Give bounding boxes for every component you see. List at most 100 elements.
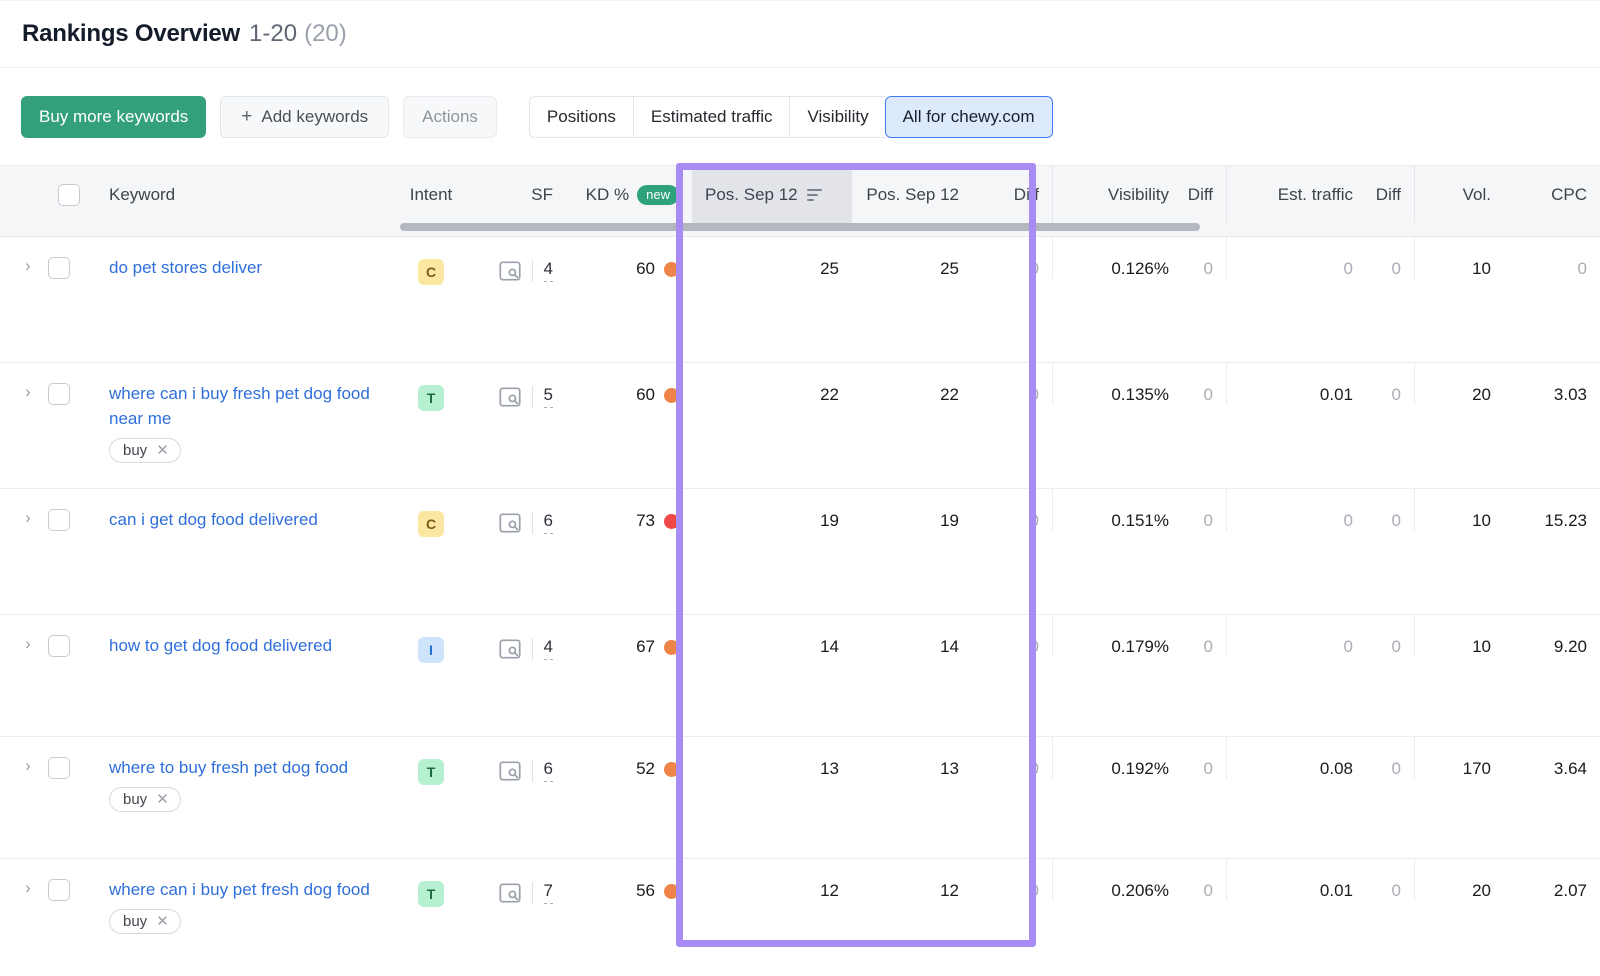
keyword-link[interactable]: where to buy fresh pet dog food [109, 755, 348, 780]
diff-positions-cell: 0 [1029, 259, 1039, 278]
intent-badge[interactable]: I [418, 637, 444, 663]
col-diff-positions[interactable]: Diff [972, 166, 1052, 223]
cpc-cell: 9.20 [1553, 637, 1587, 656]
sf-divider [531, 637, 533, 660]
intent-badge[interactable]: C [418, 511, 444, 537]
row-checkbox[interactable] [48, 879, 70, 901]
row-checkbox[interactable] [48, 509, 70, 531]
volume-cell: 10 [1414, 489, 1504, 531]
tab-visibility-label: Visibility [807, 106, 869, 126]
expand-row-icon[interactable]: › [18, 756, 38, 776]
expand-row-icon[interactable]: › [18, 634, 38, 654]
volume-cell: 170 [1414, 737, 1504, 779]
col-pos-sep-12-primary-label: Pos. Sep 12 [705, 184, 798, 204]
table-row[interactable]: › do pet stores deliver C 4 60 25 25 0 0.126% 0 0 0… [0, 237, 1600, 363]
tab-estimated-traffic-label: Estimated traffic [650, 106, 773, 126]
est-traffic-cell: 0 [1226, 615, 1366, 657]
sf-value[interactable]: 7 [543, 881, 553, 904]
table-row[interactable]: › where can i buy pet fresh dog food buy ✕ T… [0, 859, 1600, 976]
row-checkbox[interactable] [48, 635, 70, 657]
est-traffic-cell: 0.01 [1226, 859, 1366, 901]
keyword-link[interactable]: can i get dog food delivered [109, 507, 318, 532]
close-icon[interactable]: ✕ [156, 914, 169, 929]
sf-value[interactable]: 4 [543, 637, 553, 660]
col-pos-sep-12-secondary[interactable]: Pos. Sep 12 [852, 166, 972, 223]
tab-visibility[interactable]: Visibility [789, 95, 886, 138]
col-intent[interactable]: Intent [396, 166, 466, 223]
expand-row-icon[interactable]: › [18, 256, 38, 276]
sf-divider [531, 881, 533, 904]
col-diff-visibility[interactable]: Diff [1182, 166, 1226, 223]
table-row[interactable]: › where to buy fresh pet dog food buy ✕ T 6 52… [0, 737, 1600, 859]
est-traffic-cell: 0 [1226, 489, 1366, 531]
tab-estimated-traffic[interactable]: Estimated traffic [632, 95, 790, 138]
col-sf[interactable]: SF [466, 166, 566, 223]
col-pos-sep-12-primary[interactable]: Pos. Sep 12 [692, 166, 852, 223]
row-checkbox[interactable] [48, 757, 70, 779]
col-kd[interactable]: KD % new [566, 166, 692, 223]
keyword-link[interactable]: where can i buy fresh pet dog food near … [109, 381, 371, 431]
col-cpc[interactable]: CPC [1504, 166, 1600, 223]
col-volume[interactable]: Vol. [1414, 166, 1504, 223]
intent-badge[interactable]: T [418, 759, 444, 785]
keyword-tag-chip[interactable]: buy ✕ [109, 438, 181, 463]
keyword-tag-label: buy [123, 791, 148, 808]
cpc-cell: 15.23 [1544, 511, 1587, 530]
keyword-link[interactable]: how to get dog food delivered [109, 633, 332, 658]
kd-difficulty-dot [664, 761, 679, 777]
select-all-checkbox[interactable] [58, 183, 80, 206]
expand-row-icon[interactable]: › [18, 878, 38, 898]
visibility-cell: 0.151% [1052, 489, 1182, 531]
row-select-cell: › [0, 363, 96, 405]
col-visibility[interactable]: Visibility [1052, 166, 1182, 223]
sf-value[interactable]: 6 [543, 759, 553, 782]
col-diff-positions-label: Diff [1013, 184, 1039, 204]
row-checkbox[interactable] [48, 383, 70, 405]
table-row[interactable]: › where can i buy fresh pet dog food near… [0, 363, 1600, 489]
cpc-cell: 3.03 [1553, 385, 1587, 404]
row-checkbox[interactable] [48, 257, 70, 279]
keyword-link[interactable]: do pet stores deliver [109, 255, 262, 280]
row-select-cell: › [0, 615, 96, 657]
diff-est-traffic-cell: 0 [1391, 637, 1401, 656]
col-diff-est-traffic[interactable]: Diff [1366, 166, 1414, 223]
keyword-cell: where can i buy pet fresh dog food buy ✕ [96, 859, 396, 934]
col-keyword[interactable]: Keyword [96, 166, 396, 223]
intent-badge[interactable]: T [418, 385, 444, 411]
sf-value[interactable]: 5 [543, 385, 553, 408]
close-icon[interactable]: ✕ [156, 443, 169, 458]
expand-row-icon[interactable]: › [18, 382, 38, 402]
pos-sep-12-primary-cell: 25 [820, 259, 839, 278]
expand-row-icon[interactable]: › [18, 508, 38, 528]
intent-badge[interactable]: T [418, 881, 444, 907]
col-est-traffic[interactable]: Est. traffic [1226, 166, 1366, 223]
actions-button[interactable]: Actions [403, 95, 497, 138]
close-icon[interactable]: ✕ [156, 792, 169, 807]
visibility-cell: 0.192% [1052, 737, 1182, 779]
select-all-cell [0, 166, 96, 223]
kd-difficulty-dot [664, 883, 679, 899]
tab-positions[interactable]: Positions [528, 95, 633, 138]
horizontal-scrollbar-thumb[interactable] [400, 223, 1200, 231]
pos-sep-12-primary-cell: 14 [820, 637, 839, 656]
keyword-tag-chip[interactable]: buy ✕ [109, 787, 181, 812]
table-row[interactable]: › can i get dog food delivered C 6 73 19 19 0 0.… [0, 489, 1600, 615]
est-traffic-cell: 0.01 [1226, 363, 1366, 405]
sf-cell: 7 [466, 859, 566, 904]
diff-visibility-cell: 0 [1203, 881, 1213, 900]
sort-descending-icon[interactable] [806, 188, 822, 201]
add-keywords-button[interactable]: + Add keywords [220, 95, 390, 138]
col-intent-label: Intent [409, 184, 453, 204]
col-diff-est-traffic-label: Diff [1375, 184, 1401, 204]
sf-value[interactable]: 4 [543, 259, 553, 282]
table-row[interactable]: › how to get dog food delivered I 4 67 14 14 0 0… [0, 615, 1600, 737]
intent-badge[interactable]: C [418, 259, 444, 285]
keyword-link[interactable]: where can i buy pet fresh dog food [109, 877, 370, 902]
tab-all-for-domain[interactable]: All for chewy.com [884, 95, 1053, 138]
diff-est-traffic-cell: 0 [1391, 881, 1401, 900]
sf-value[interactable]: 6 [543, 511, 553, 534]
pos-sep-12-primary-cell: 12 [820, 881, 839, 900]
buy-more-keywords-button[interactable]: Buy more keywords [21, 95, 207, 138]
keyword-tag-chip[interactable]: buy ✕ [109, 909, 181, 934]
sf-cell: 6 [466, 737, 566, 782]
